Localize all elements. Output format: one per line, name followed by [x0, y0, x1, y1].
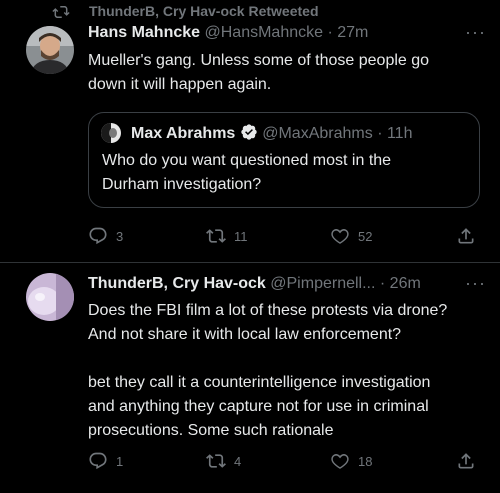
- retweet-count: 4: [234, 453, 242, 469]
- author-handle[interactable]: @HansMahncke: [205, 24, 324, 41]
- retweet-icon: [206, 229, 226, 243]
- share-button[interactable]: [456, 451, 476, 471]
- share-button[interactable]: [456, 226, 476, 246]
- author-handle[interactable]: @Pimpernell...: [270, 275, 375, 292]
- avatar-photo-icon: [26, 26, 74, 74]
- quote-line-2: Durham investigation?: [102, 176, 262, 193]
- verified-badge-icon: [241, 124, 257, 140]
- dot-separator: ·: [377, 125, 383, 142]
- quote-header: Max Abrahms @MaxAbrahms · 11h: [131, 123, 412, 143]
- quote-timestamp: 11h: [386, 125, 413, 142]
- retweet-label: ThunderB, Cry Hav-ock Retweeted: [89, 3, 319, 19]
- quote-author-handle: @MaxAbrahms: [262, 125, 373, 142]
- more-options-icon[interactable]: ···: [465, 273, 486, 294]
- reply-button[interactable]: 3: [88, 226, 123, 246]
- quote-line-1: Who do you want questioned most in the: [102, 152, 392, 169]
- tweet1-line-2: down it will happen again.: [88, 76, 272, 93]
- avatar-photo-icon: [101, 123, 121, 143]
- like-button[interactable]: 52: [330, 226, 372, 246]
- tweet2-line-1: Does the FBI film a lot of these protest…: [88, 302, 448, 319]
- avatar-photo-icon: [26, 273, 74, 321]
- dot-separator: ·: [379, 275, 386, 292]
- retweet-button[interactable]: 11: [206, 226, 248, 246]
- author-name[interactable]: ThunderB, Cry Hav-ock: [88, 275, 266, 292]
- quoted-tweet[interactable]: Max Abrahms @MaxAbrahms · 11h Who do you…: [88, 112, 480, 208]
- avatar-max: [101, 123, 121, 143]
- retweet-context[interactable]: ThunderB, Cry Hav-ock Retweeted: [0, 0, 500, 24]
- share-icon: [458, 453, 474, 469]
- tweet1-line-1: Mueller's gang. Unless some of those peo…: [88, 52, 430, 69]
- reply-count: 3: [116, 228, 124, 244]
- tweet2-line-5: and anything they capture not for use in…: [88, 398, 429, 415]
- tweet1-header: Hans Mahncke @HansMahncke · 27m: [88, 24, 368, 42]
- like-button[interactable]: 18: [330, 451, 372, 471]
- heart-icon: [331, 228, 349, 244]
- retweet-count: 11: [234, 228, 248, 244]
- author-name[interactable]: Hans Mahncke: [88, 24, 200, 41]
- tweet1-actions: 3 11 52: [88, 226, 480, 250]
- timestamp[interactable]: 26m: [390, 275, 421, 292]
- retweet-button[interactable]: 4: [206, 451, 241, 471]
- heart-icon: [331, 453, 349, 469]
- avatar-thunderb[interactable]: [26, 273, 74, 321]
- tweet2-text: Does the FBI film a lot of these protest…: [88, 299, 447, 443]
- reply-count: 1: [116, 453, 124, 469]
- tweet2-line-2: And not share it with local law enforcem…: [88, 326, 402, 343]
- quote-text: Who do you want questioned most in the D…: [102, 149, 391, 197]
- like-count: 18: [358, 453, 373, 469]
- reply-button[interactable]: 1: [88, 451, 123, 471]
- tweet2-actions: 1 4 18: [88, 451, 480, 475]
- more-options-icon[interactable]: ···: [465, 22, 486, 43]
- avatar-hans[interactable]: [26, 26, 74, 74]
- tweet2-line-6: prosecutions. Some such rationale: [88, 422, 334, 439]
- like-count: 52: [358, 228, 373, 244]
- tweet2-line-4: bet they call it a counterintelligence i…: [88, 374, 431, 391]
- reply-icon: [89, 452, 107, 470]
- tweet2-line-3: [88, 347, 447, 371]
- dot-separator: ·: [327, 24, 333, 41]
- timestamp[interactable]: 27m: [337, 24, 368, 41]
- retweet-icon: [52, 6, 70, 18]
- quote-author-name: Max Abrahms: [131, 125, 236, 142]
- tweet-divider: [0, 262, 500, 263]
- share-icon: [458, 228, 474, 244]
- retweet-icon: [206, 454, 226, 468]
- tweet1-text: Mueller's gang. Unless some of those peo…: [88, 49, 429, 97]
- tweet2-header: ThunderB, Cry Hav-ock @Pimpernell... · 2…: [88, 275, 421, 293]
- reply-icon: [89, 227, 107, 245]
